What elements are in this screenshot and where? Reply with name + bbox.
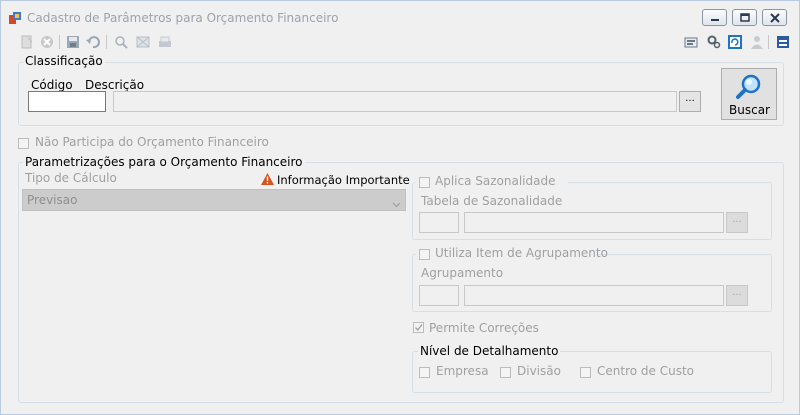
codigo-label: Código — [31, 78, 73, 92]
title-bar: Cadastro de Parâmetros para Orçamento Fi… — [1, 1, 799, 31]
tabela-sazonalidade-desc-input — [464, 212, 724, 233]
refresh-icon[interactable] — [727, 34, 743, 50]
divisao-checkbox[interactable] — [500, 367, 511, 378]
tipo-calculo-select[interactable]: Previsao — [22, 189, 406, 211]
utiliza-agrupamento-label: Utiliza Item de Agrupamento — [435, 246, 608, 260]
descricao-input — [113, 91, 677, 112]
maximize-icon — [740, 13, 750, 22]
panel-icon[interactable] — [775, 34, 791, 50]
settings-icon[interactable] — [706, 34, 722, 50]
utiliza-agrupamento-checkbox[interactable] — [419, 249, 430, 260]
nivel-detalhamento-title: Nível de Detalhamento — [418, 344, 561, 358]
tabela-sazonalidade-label: Tabela de Sazonalidade — [421, 194, 563, 208]
tipo-calculo-label: Tipo de Cálculo — [25, 171, 117, 185]
empresa-checkbox[interactable] — [419, 367, 430, 378]
classificacao-lookup-button[interactable]: ... — [679, 91, 701, 112]
agrupamento-code-input — [419, 285, 459, 306]
minimize-icon — [711, 19, 719, 21]
save-icon[interactable] — [65, 34, 81, 50]
permite-correcoes-checkbox[interactable] — [413, 322, 424, 333]
tipo-calculo-value: Previsao — [27, 193, 78, 207]
divisao-label: Divisão — [517, 364, 561, 378]
toolbar — [2, 31, 798, 53]
aplica-sazonalidade-label: Aplica Sazonalidade — [435, 174, 556, 188]
agrupamento-lookup-button[interactable]: ... — [726, 285, 748, 306]
centro-custo-checkbox[interactable] — [580, 367, 591, 378]
buscar-label: Buscar — [729, 103, 770, 117]
agrupamento-desc-input — [464, 285, 724, 306]
find-icon[interactable] — [135, 34, 151, 50]
buscar-button[interactable]: Buscar — [721, 68, 777, 120]
classificacao-title: Classificação — [23, 54, 105, 68]
close-icon — [770, 13, 780, 23]
tabela-sazonalidade-lookup-button[interactable]: ... — [726, 212, 748, 233]
user-icon[interactable] — [749, 34, 765, 50]
window-title: Cadastro de Parâmetros para Orçamento Fi… — [27, 11, 339, 25]
print-icon[interactable] — [157, 34, 173, 50]
new-icon[interactable] — [19, 34, 35, 50]
informacao-importante-link[interactable]: Informação Importante — [277, 173, 410, 187]
aplica-sazonalidade-checkbox[interactable] — [419, 177, 430, 188]
zoom-icon[interactable] — [113, 34, 129, 50]
undo-icon[interactable] — [85, 34, 101, 50]
report-icon[interactable] — [683, 34, 699, 50]
descricao-label: Descrição — [85, 78, 145, 92]
form-app-icon — [9, 12, 21, 24]
empresa-label: Empresa — [436, 364, 489, 378]
nao-participa-label: Não Participa do Orçamento Financeiro — [35, 135, 269, 149]
codigo-input[interactable] — [28, 91, 106, 112]
centro-custo-label: Centro de Custo — [597, 364, 694, 378]
chevron-down-icon — [392, 197, 401, 211]
search-icon — [736, 74, 762, 103]
delete-icon[interactable] — [39, 34, 55, 50]
close-button[interactable] — [762, 9, 787, 26]
maximize-button[interactable] — [732, 9, 757, 26]
nao-participa-checkbox[interactable] — [18, 138, 29, 149]
agrupamento-label: Agrupamento — [421, 266, 504, 280]
warning-icon — [261, 173, 274, 188]
minimize-button[interactable] — [702, 9, 727, 26]
parametrizacoes-title: Parametrizações para o Orçamento Finance… — [23, 155, 305, 169]
permite-correcoes-label: Permite Correções — [429, 321, 539, 335]
tabela-sazonalidade-code-input — [419, 212, 459, 233]
main-window: Cadastro de Parâmetros para Orçamento Fi… — [0, 0, 800, 415]
